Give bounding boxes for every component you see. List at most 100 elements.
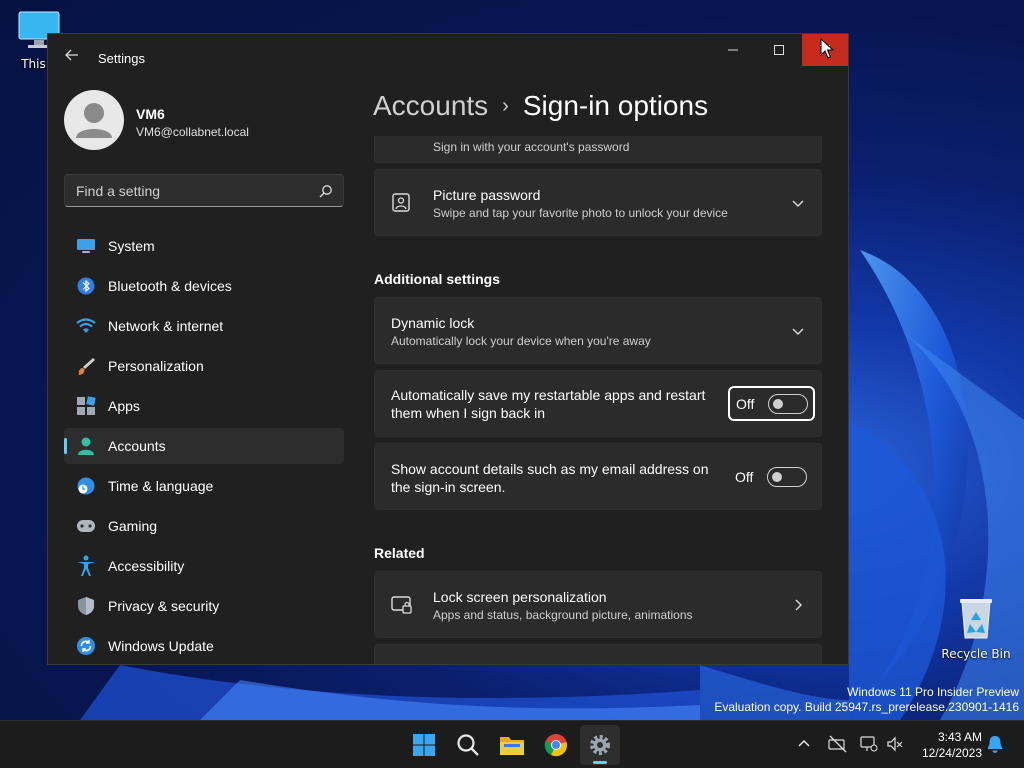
sidebar-item-personalization[interactable]: Personalization xyxy=(64,348,344,384)
sidebar-item-privacy[interactable]: Privacy & security xyxy=(64,588,344,624)
chrome-button[interactable] xyxy=(536,725,576,765)
sidebar-item-label: Accessibility xyxy=(108,558,185,574)
volume-muted-icon[interactable] xyxy=(886,735,904,753)
toggle-state-label: Off xyxy=(736,395,755,412)
minimize-button[interactable] xyxy=(710,34,756,66)
lock-screen-title: Lock screen personalization xyxy=(433,589,607,605)
next-related-card[interactable] xyxy=(374,644,822,664)
search-input[interactable]: Find a setting xyxy=(64,174,344,207)
breadcrumb: Accounts › Sign-in options xyxy=(373,90,708,122)
toggle-switch[interactable] xyxy=(767,467,808,487)
sidebar-item-network[interactable]: Network & internet xyxy=(64,308,344,344)
minimize-icon xyxy=(728,49,738,51)
toggle-knob xyxy=(772,472,783,482)
chevron-down-icon xyxy=(792,200,804,207)
lock-screen-icon xyxy=(391,596,412,614)
notification-bell-icon[interactable] xyxy=(986,735,1004,755)
mouse-cursor-icon xyxy=(820,38,834,59)
sidebar-item-windows-update[interactable]: Windows Update xyxy=(64,628,344,664)
picture-password-card[interactable]: Picture password Swipe and tap your favo… xyxy=(374,169,822,236)
taskbar: 3:43 AM 12/24/2023 xyxy=(0,720,1024,768)
sidebar-item-label: Bluetooth & devices xyxy=(108,278,232,294)
chrome-icon xyxy=(544,734,567,757)
account-details-line-1: Show account details such as my email ad… xyxy=(391,461,709,477)
app-title: Settings xyxy=(98,51,145,66)
restart-apps-toggle[interactable]: Off xyxy=(728,386,816,421)
sidebar-item-label: Time & language xyxy=(108,478,214,494)
search-placeholder: Find a setting xyxy=(76,183,161,199)
sidebar-item-apps[interactable]: Apps xyxy=(64,388,344,424)
chevron-up-icon[interactable] xyxy=(797,737,811,751)
sidebar-item-bluetooth[interactable]: Bluetooth & devices xyxy=(64,268,344,304)
toggle-switch[interactable] xyxy=(768,393,809,414)
title-bar[interactable]: Settings xyxy=(48,34,848,82)
sidebar-item-label: Personalization xyxy=(108,358,204,374)
related-header: Related xyxy=(374,545,425,561)
settings-window: Settings VM6 VM6@collabnet.local Find a … xyxy=(47,33,849,665)
dynamic-lock-card[interactable]: Dynamic lock Automatically lock your dev… xyxy=(374,297,822,364)
chevron-down-icon xyxy=(792,328,804,335)
bluetooth-icon xyxy=(77,277,95,295)
watermark-line-2: Evaluation copy. Build 25947.rs_prerelea… xyxy=(714,700,1019,714)
monitor-icon xyxy=(77,239,95,253)
user-email: VM6@collabnet.local xyxy=(136,125,249,139)
apps-icon xyxy=(77,396,96,415)
sidebar-item-label: System xyxy=(108,238,155,254)
restart-apps-line-1: Automatically save my restartable apps a… xyxy=(391,387,706,403)
person-icon xyxy=(78,437,94,455)
password-card[interactable]: Sign in with your account's password xyxy=(374,136,822,163)
restart-apps-card: Automatically save my restartable apps a… xyxy=(374,370,822,437)
sidebar-nav: System Bluetooth & devices Network & int… xyxy=(64,228,344,664)
maximize-button[interactable] xyxy=(756,34,802,66)
wifi-icon xyxy=(76,318,96,333)
sidebar-item-gaming[interactable]: Gaming xyxy=(64,508,344,544)
sidebar-item-label: Windows Update xyxy=(108,638,214,654)
account-details-toggle[interactable]: Off xyxy=(735,467,808,487)
avatar[interactable] xyxy=(64,90,124,150)
network-icon[interactable] xyxy=(860,735,878,753)
taskbar-clock[interactable]: 3:43 AM 12/24/2023 xyxy=(912,729,982,761)
sidebar-item-system[interactable]: System xyxy=(64,228,344,264)
accessibility-icon xyxy=(77,555,95,576)
active-indicator xyxy=(64,438,67,454)
dynamic-lock-subtitle: Automatically lock your device when you'… xyxy=(391,334,651,348)
settings-icon xyxy=(590,735,610,755)
network-disconnected-icon[interactable] xyxy=(828,735,848,753)
search-icon xyxy=(457,734,479,756)
sidebar-item-label: Apps xyxy=(108,398,140,414)
chevron-right-icon xyxy=(795,599,802,611)
back-button[interactable] xyxy=(60,46,84,70)
sidebar-item-time-language[interactable]: Time & language xyxy=(64,468,344,504)
dynamic-lock-title: Dynamic lock xyxy=(391,315,475,331)
additional-settings-header: Additional settings xyxy=(374,271,500,287)
sidebar-item-label: Accounts xyxy=(108,438,166,454)
picture-password-subtitle: Swipe and tap your favorite photo to unl… xyxy=(433,206,728,220)
evaluation-watermark: Windows 11 Pro Insider Preview Evaluatio… xyxy=(714,685,1019,715)
shield-icon xyxy=(78,597,94,615)
key-icon xyxy=(391,136,413,150)
taskbar-search-button[interactable] xyxy=(448,725,488,765)
picture-password-title: Picture password xyxy=(433,187,541,203)
picture-icon xyxy=(392,193,410,212)
back-arrow-icon xyxy=(65,49,78,61)
sidebar-item-accessibility[interactable]: Accessibility xyxy=(64,548,344,584)
sidebar-item-label: Privacy & security xyxy=(108,598,220,614)
lock-screen-personalization-card[interactable]: Lock screen personalization Apps and sta… xyxy=(374,571,822,638)
desktop-icon-label: Recycle Bin xyxy=(941,647,1011,661)
account-details-line-2: the sign-in screen. xyxy=(391,479,506,495)
globe-clock-icon xyxy=(77,477,95,495)
settings-taskbar-button[interactable] xyxy=(580,725,620,765)
start-icon xyxy=(413,734,435,756)
desktop-icon-recycle-bin[interactable]: Recycle Bin xyxy=(938,596,1014,661)
update-icon xyxy=(77,637,95,655)
clock-date: 12/24/2023 xyxy=(921,746,982,760)
sidebar-item-accounts[interactable]: Accounts xyxy=(64,428,344,464)
sidebar-item-label: Gaming xyxy=(108,518,158,534)
file-explorer-button[interactable] xyxy=(492,725,532,765)
start-button[interactable] xyxy=(404,725,444,765)
sidebar-item-label: Network & internet xyxy=(108,318,224,334)
settings-content[interactable]: Sign in with your account's password Pic… xyxy=(374,136,824,664)
brush-icon xyxy=(78,358,95,375)
file-explorer-icon xyxy=(500,737,524,755)
breadcrumb-parent[interactable]: Accounts xyxy=(373,90,488,121)
